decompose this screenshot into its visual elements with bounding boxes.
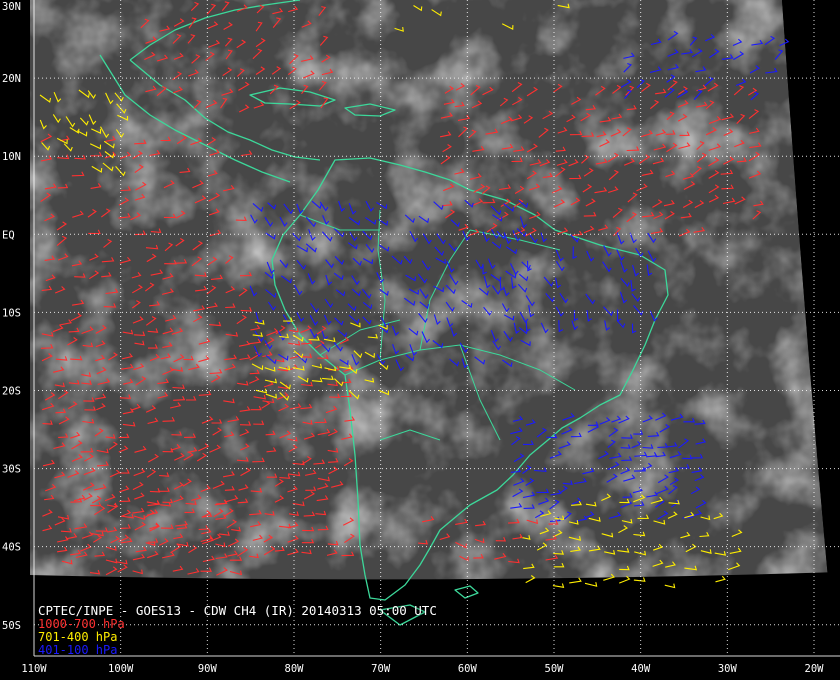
legend-high-level: 401-100 hPa — [38, 643, 118, 657]
longitude-label: 30W — [718, 663, 738, 675]
satellite-wind-map: 30N 20N 10N EQ 10S 20S 30S 40S 50S 110W 100W 90W 80W… — [2, 0, 840, 680]
latitude-label: 40S — [2, 542, 21, 554]
latitude-label: 30S — [2, 464, 21, 476]
longitude-label: 100W — [108, 663, 134, 675]
latitude-label: 20S — [2, 385, 21, 397]
longitude-label: 80W — [285, 663, 305, 675]
latitude-label: 10N — [2, 151, 21, 163]
product-title: CPTEC/INPE - GOES13 - CDW CH4 (IR) 20140… — [38, 603, 437, 618]
longitude-label: 110W — [21, 663, 47, 675]
satellite-image — [30, 0, 840, 680]
longitude-label: 40W — [631, 663, 651, 675]
longitude-label: 90W — [198, 663, 218, 675]
longitude-label: 50W — [545, 663, 565, 675]
latitude-label: 50S — [2, 620, 21, 632]
longitude-label: 70W — [371, 663, 391, 675]
latitude-label: 30N — [2, 1, 21, 13]
latitude-label: 20N — [2, 73, 21, 85]
latitude-label: 10S — [2, 307, 21, 319]
longitude-label: 20W — [805, 663, 825, 675]
longitude-label: 60W — [458, 663, 478, 675]
latitude-label: EQ — [2, 229, 15, 241]
